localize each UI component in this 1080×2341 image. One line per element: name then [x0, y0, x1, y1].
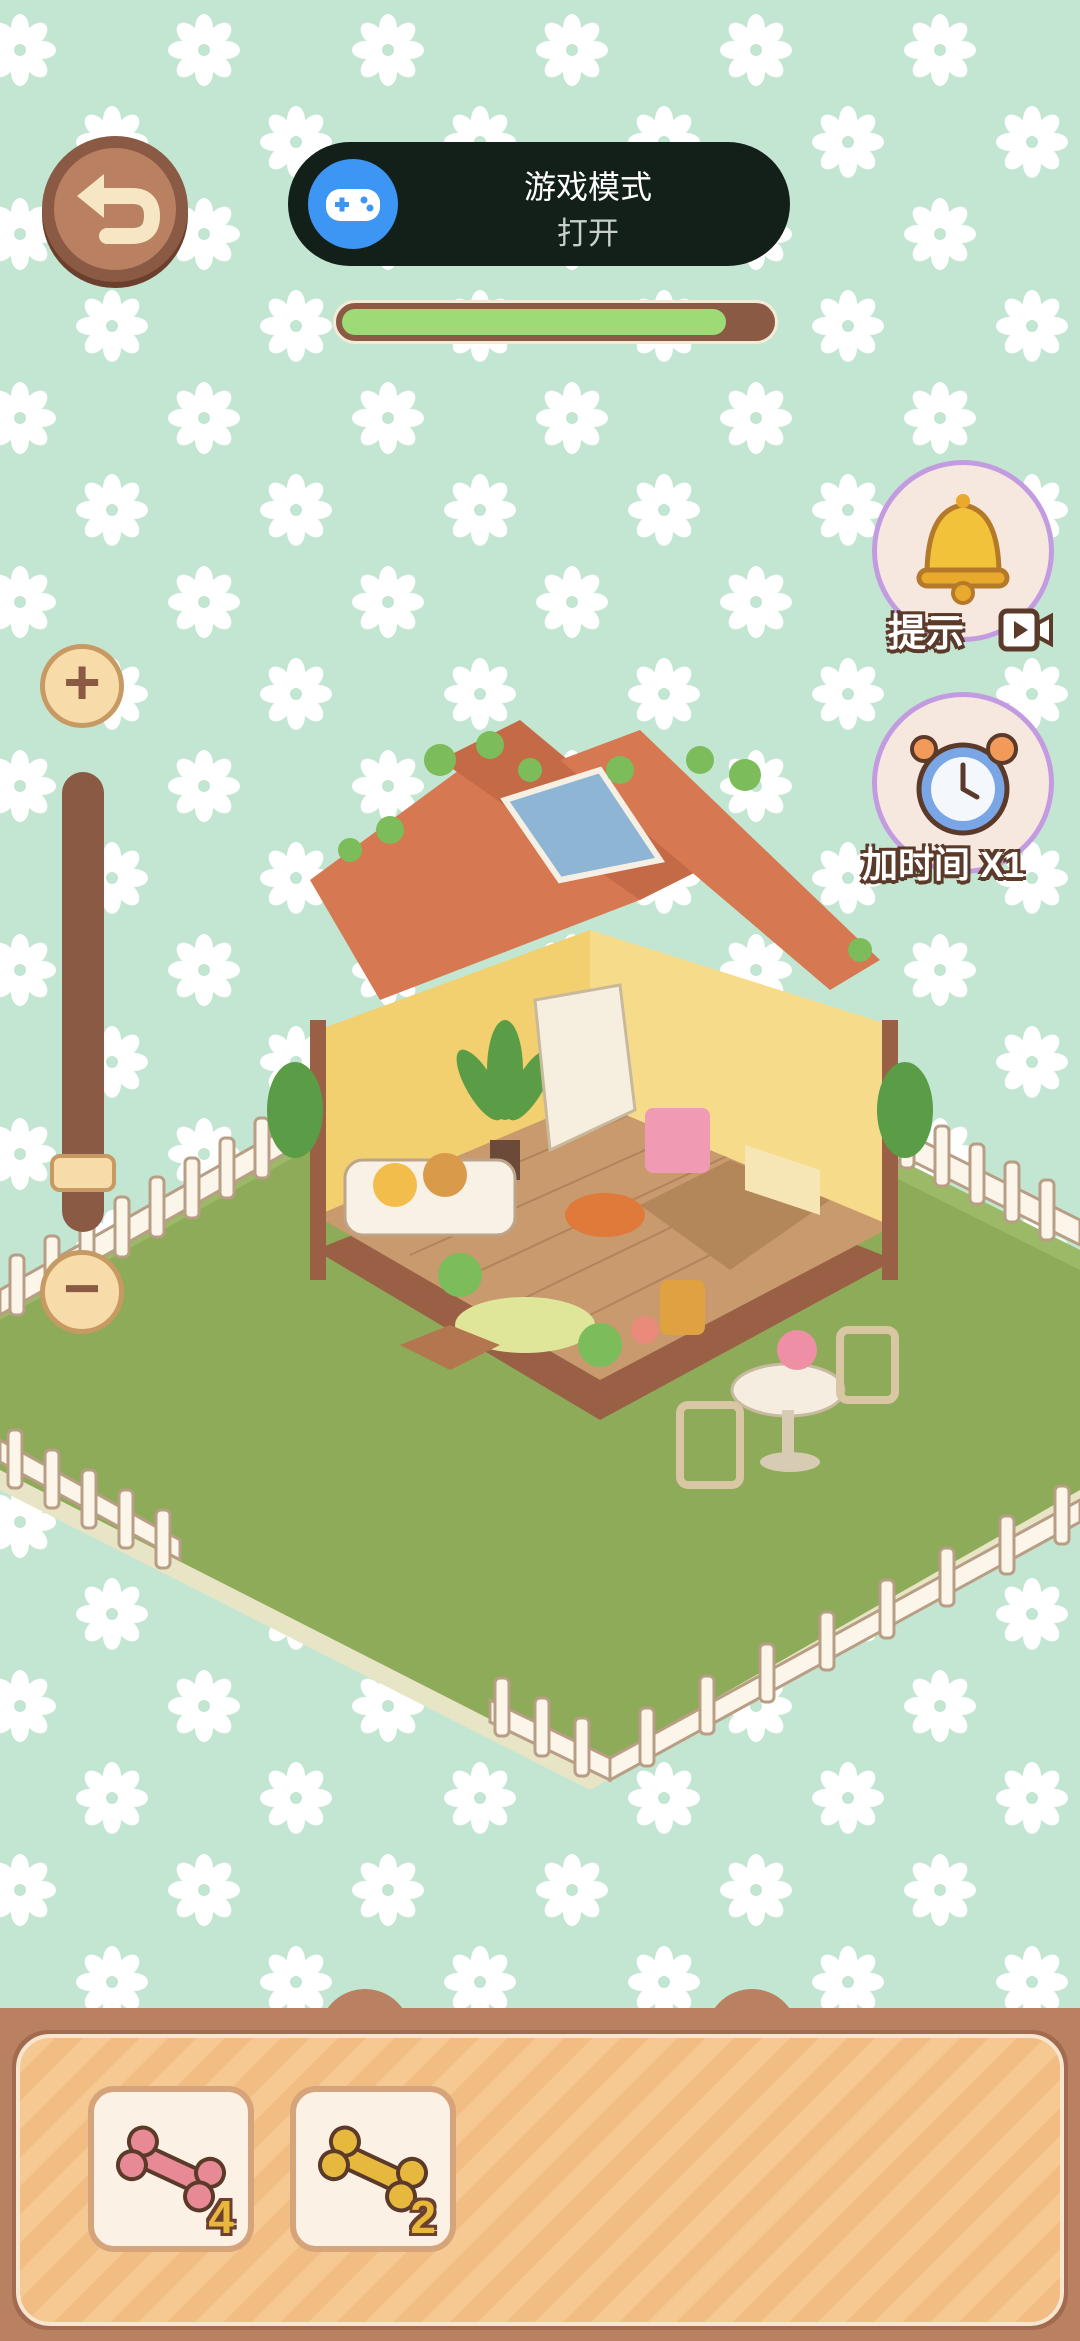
level-progress-bar: [333, 300, 778, 344]
back-arrow-icon: [77, 174, 161, 244]
plus-icon: +: [63, 646, 101, 718]
toast-title: 游戏模式: [523, 169, 652, 205]
toast-subtitle: 打开: [557, 216, 619, 251]
game-mode-toast: 游戏模式 打开: [288, 142, 790, 266]
zoom-slider-thumb[interactable]: [50, 1154, 116, 1192]
item-count: 2: [410, 2191, 436, 2243]
patterned-background: [0, 0, 1080, 2341]
inventory-item-gold-bone[interactable]: 2: [290, 2086, 456, 2252]
zoom-in-button[interactable]: +: [40, 644, 124, 728]
inventory-item-pink-bone[interactable]: 4: [88, 2086, 254, 2252]
inventory-tray: 4 2: [0, 2008, 1080, 2341]
zoom-out-button[interactable]: −: [40, 1250, 124, 1334]
item-count: 4: [208, 2191, 234, 2243]
level-progress-fill: [342, 309, 726, 335]
back-button[interactable]: [42, 136, 188, 282]
video-ad-icon: [998, 608, 1053, 652]
gamepad-icon: [308, 159, 398, 249]
add-time-label: 加时间 X1: [862, 844, 1025, 885]
minus-icon: −: [63, 1252, 101, 1324]
hint-label: 提示: [888, 613, 965, 655]
